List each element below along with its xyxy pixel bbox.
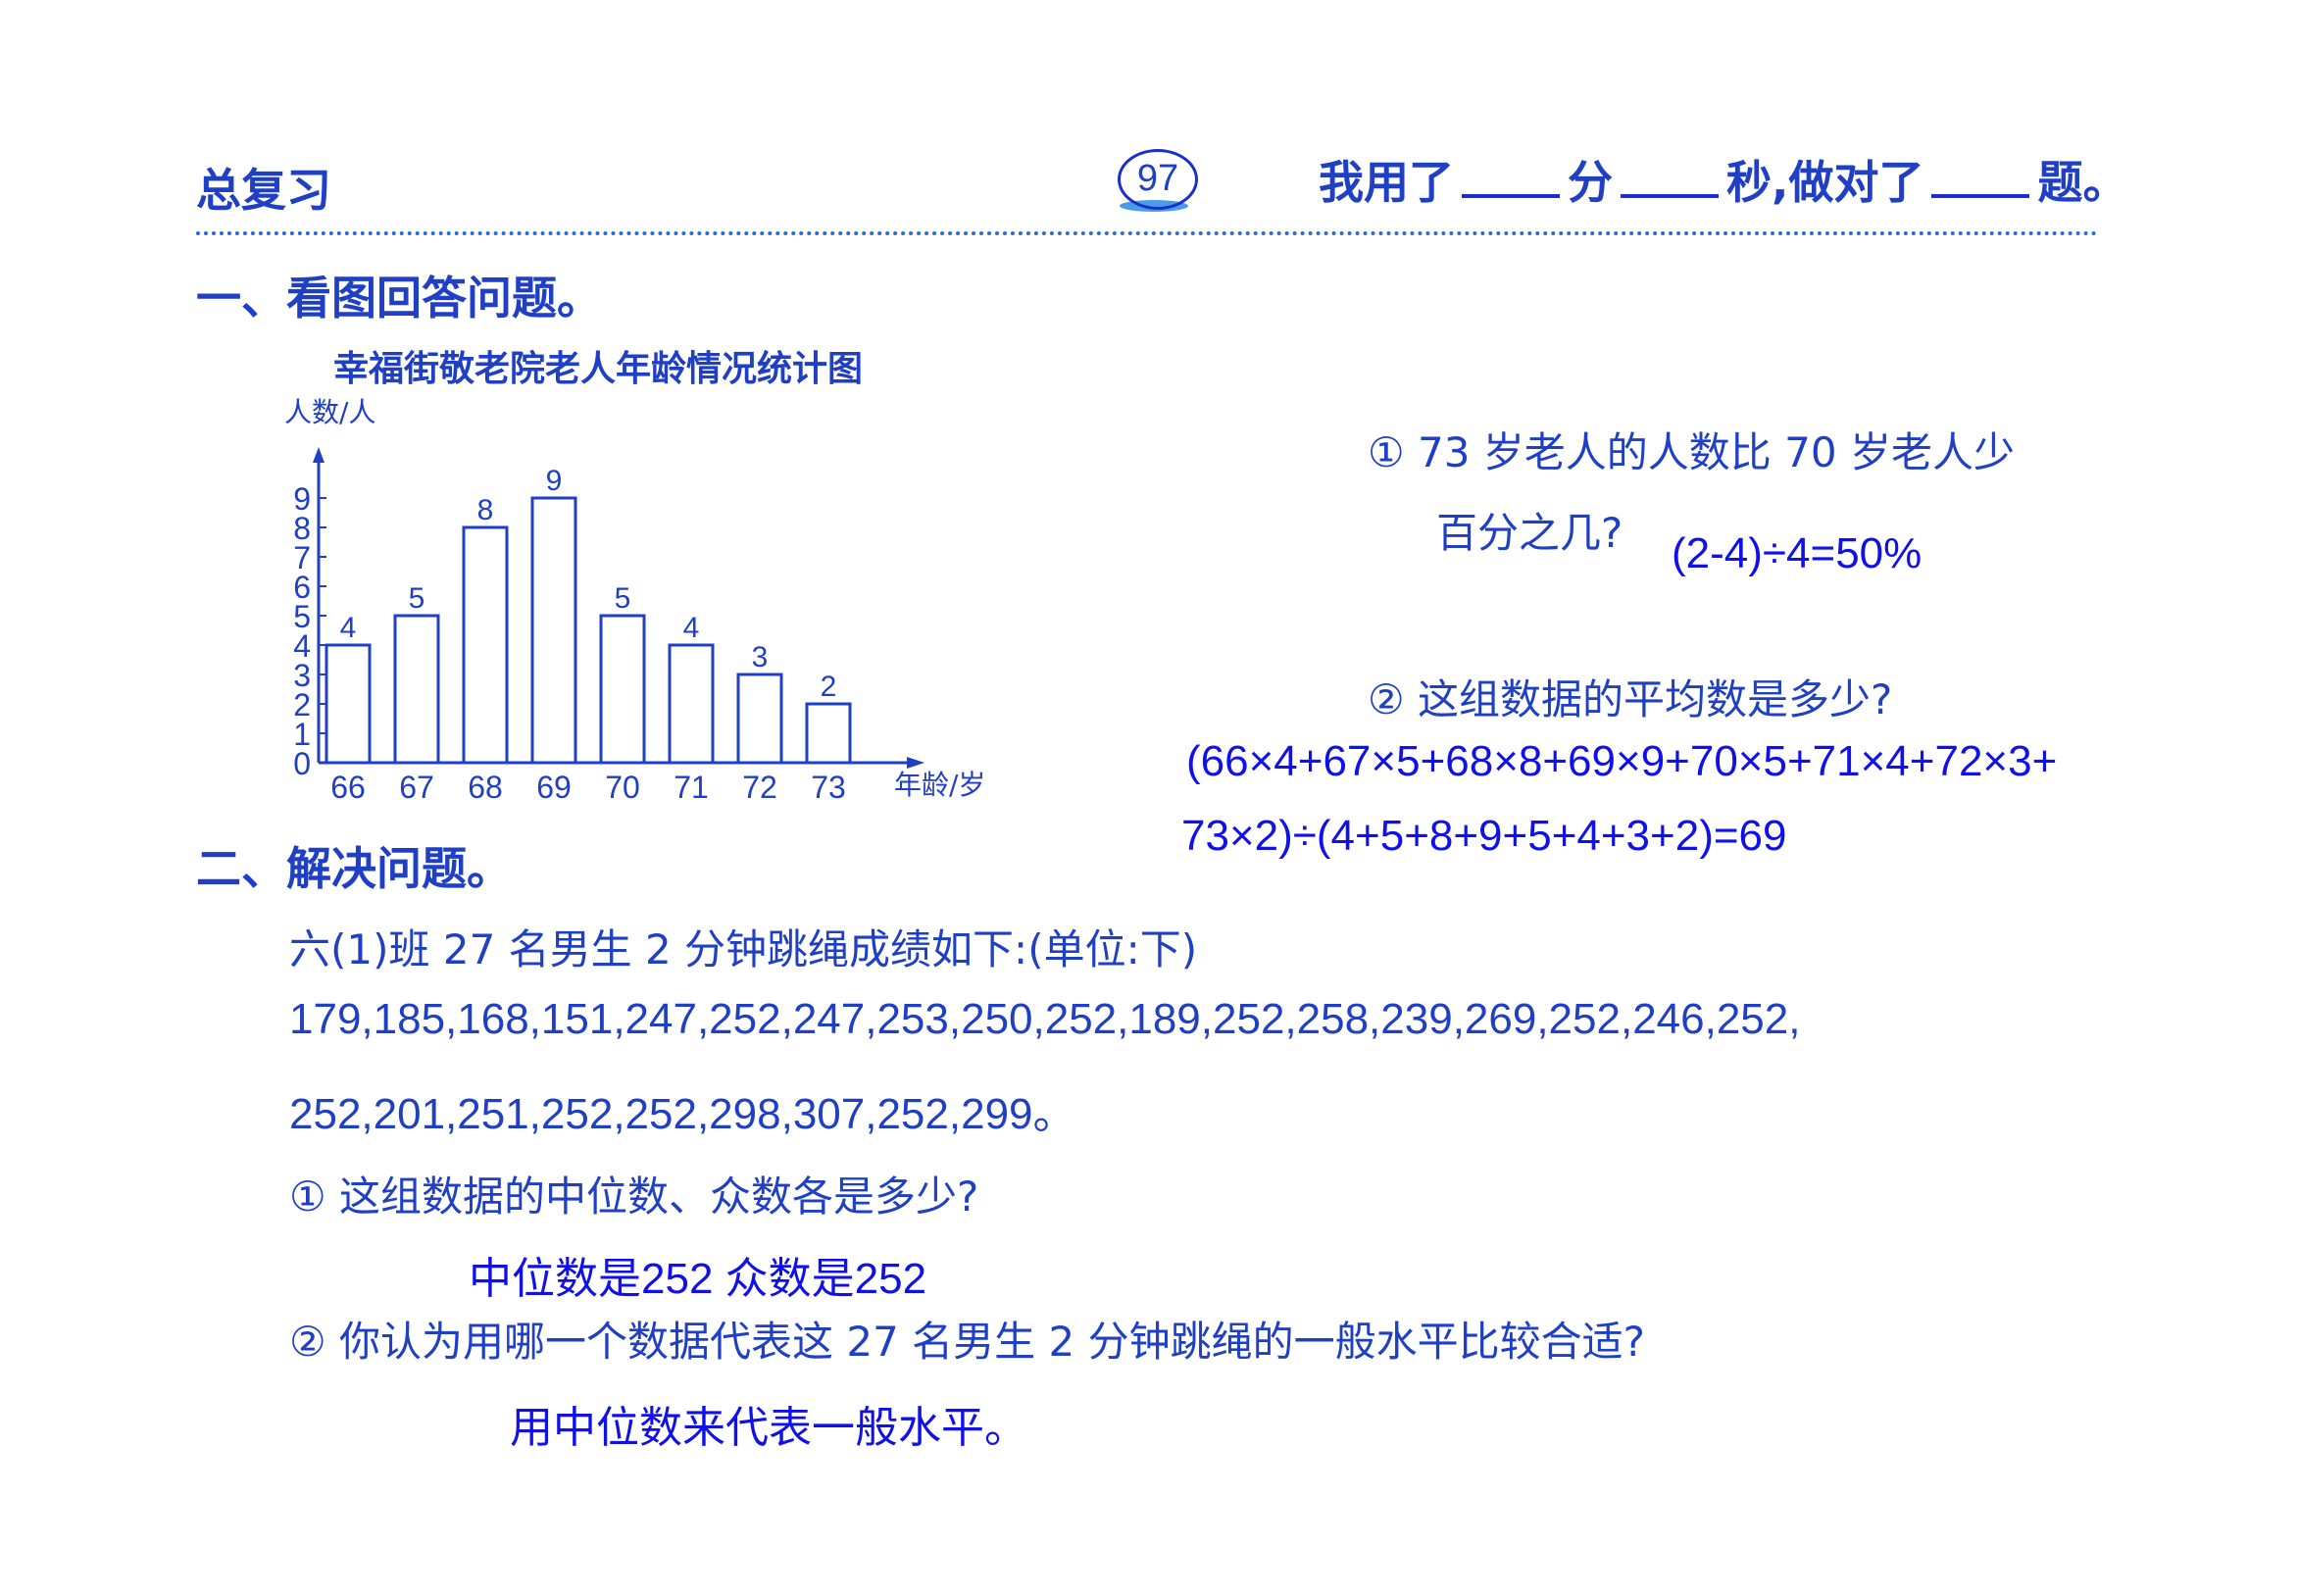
- bar-67: [393, 614, 440, 765]
- seconds-blank[interactable]: [1621, 159, 1719, 198]
- bar-66: [325, 643, 372, 765]
- s2-q1-answer: 中位数是252 众数是252: [469, 1255, 927, 1303]
- bar-70: [599, 614, 646, 765]
- q2-answer-line2: 73×2)÷(4+5+8+9+5+4+3+2)=69: [1181, 812, 1787, 860]
- q2-answer-line1: (66×4+67×5+68×8+69×9+70×5+71×4+72×3+: [1186, 737, 2058, 785]
- minutes-unit: 分: [1568, 156, 1613, 209]
- x-tick-label: 69: [536, 770, 572, 804]
- minutes-blank[interactable]: [1462, 159, 1560, 198]
- chart-x-axis-label: 年龄/岁: [894, 769, 985, 801]
- y-tick-label: 9: [293, 481, 311, 517]
- x-tick-label: 70: [605, 770, 640, 804]
- chart-title: 幸福街敬老院老人年龄情况统计图: [333, 349, 863, 389]
- problem-intro: 六(1)班 27 名男生 2 分钟跳绳成绩如下:(单位:下): [289, 925, 1198, 973]
- bar-68: [462, 525, 509, 765]
- bar-value-label: 3: [752, 641, 769, 673]
- x-tick-label: 67: [399, 770, 434, 804]
- page-section-title: 总复习: [196, 164, 331, 217]
- bar-value-label: 4: [340, 612, 357, 644]
- questions-unit: 题。: [2037, 156, 2128, 209]
- q2-question: ② 这组数据的平均数是多少?: [1368, 675, 1893, 723]
- section2-heading: 二、解决问题。: [196, 842, 512, 895]
- questions-blank[interactable]: [1931, 159, 2030, 198]
- bar-71: [668, 643, 715, 765]
- q1-line2: 百分之几?: [1436, 509, 1623, 557]
- timer-prefix: 我用了: [1319, 156, 1454, 209]
- section1-heading: 一、看图回答问题。: [196, 272, 602, 324]
- header-divider: [196, 231, 2098, 235]
- y-axis-arrow: [313, 447, 325, 463]
- chart-y-axis-label: 人数/人: [284, 396, 375, 428]
- x-axis-arrow: [907, 757, 924, 769]
- bar-value-label: 2: [821, 671, 837, 703]
- bar-value-label: 5: [615, 582, 631, 615]
- q1-line1: ① 73 岁老人的人数比 70 岁老人少: [1368, 428, 2015, 476]
- s2-q1-question: ① 这组数据的中位数、众数各是多少?: [289, 1172, 979, 1221]
- chart-bars: 4 5 8 9 5 4 3 2: [325, 465, 852, 765]
- bar-73: [805, 702, 852, 765]
- x-tick-label: 68: [468, 770, 503, 804]
- bar-value-label: 5: [409, 582, 425, 615]
- bar-value-label: 4: [683, 612, 700, 644]
- timer-record-line: 我用了 分 秒,做对了 题。: [1319, 147, 2127, 212]
- scores-line1: 179,185,168,151,247,252,247,253,250,252,…: [289, 995, 1801, 1043]
- page-number: 97: [1118, 149, 1198, 210]
- s2-q2-question: ② 你认为用哪一个数据代表这 27 名男生 2 分钟跳绳的一般水平比较合适?: [289, 1318, 1645, 1366]
- chart-x-ticks: 66 67 68 69 70 71 72 73: [330, 770, 846, 804]
- bar-69: [530, 496, 577, 765]
- bar-value-label: 8: [477, 494, 494, 526]
- chart-y-ticks: 0123456789: [293, 481, 326, 781]
- bar-72: [736, 673, 783, 765]
- bar-value-label: 9: [546, 465, 563, 497]
- q1-answer: (2-4)÷4=50%: [1672, 529, 1922, 577]
- x-tick-label: 72: [742, 770, 777, 804]
- seconds-unit: 秒,做对了: [1726, 156, 1924, 209]
- x-tick-label: 66: [330, 770, 366, 804]
- x-tick-label: 73: [811, 770, 846, 804]
- s2-q2-answer: 用中位数来代表一般水平。: [510, 1404, 1027, 1452]
- x-tick-label: 71: [674, 770, 709, 804]
- age-bar-chart: 幸福街敬老院老人年龄情况统计图 人数/人 年龄/岁 0123456789 4 5 8…: [284, 349, 985, 804]
- scores-line2: 252,201,251,252,252,298,307,252,299。: [289, 1090, 1076, 1138]
